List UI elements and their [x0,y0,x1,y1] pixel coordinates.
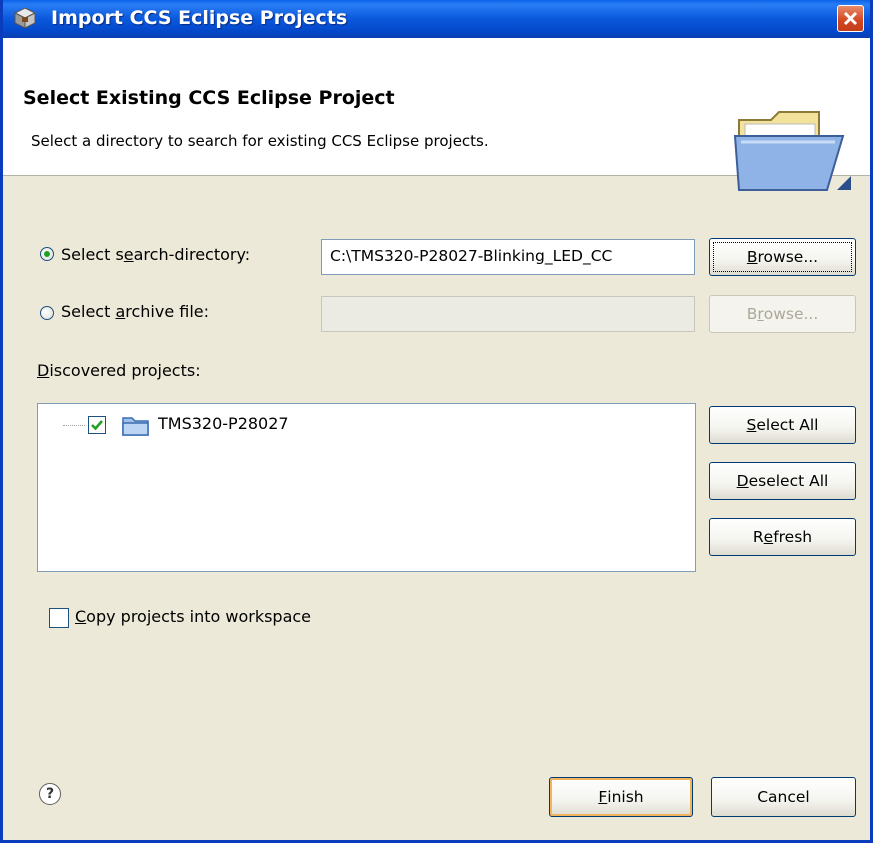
close-button[interactable] [837,5,864,32]
copy-into-workspace-checkbox[interactable] [49,608,69,628]
banner-description: Select a directory to search for existin… [31,132,489,150]
open-folder-icon [733,111,851,191]
import-dialog: Import CCS Eclipse Projects Select Exist… [0,0,873,843]
archive-file-input[interactable] [321,296,695,332]
radio-selected-dot [44,251,50,257]
search-directory-label: Select search-directory: [61,245,251,264]
cancel-button[interactable]: Cancel [711,777,856,817]
search-directory-radio[interactable] [40,247,54,261]
title-bar[interactable]: Import CCS Eclipse Projects [3,0,870,38]
project-folder-icon [122,417,149,436]
banner-title: Select Existing CCS Eclipse Project [23,87,395,109]
project-name[interactable]: TMS320-P28027 [158,414,289,433]
eclipse-cube-icon [13,7,37,29]
close-icon [843,11,858,26]
copy-into-workspace-label: Copy projects into workspace [75,607,312,626]
refresh-button[interactable]: Re fresh [709,518,856,556]
tree-connector [63,425,85,426]
browse-archive-button[interactable]: Br owse... [709,295,856,333]
finish-button[interactable]: Finish [549,777,693,817]
checkmark-icon [91,420,103,431]
deselect-all-button[interactable]: Deselect All [709,462,856,500]
archive-file-radio[interactable] [40,306,54,320]
search-directory-input[interactable]: C:\TMS320-P28027-Blinking_LED_CC [321,239,695,275]
discovered-projects-label: Discovered projects: [37,361,201,380]
project-checkbox[interactable] [88,416,106,434]
window-title: Import CCS Eclipse Projects [51,7,348,29]
help-icon[interactable]: ? [39,783,61,805]
archive-file-label: Select archive file: [61,302,210,321]
browse-directory-button[interactable]: Browse... [709,238,856,276]
select-all-button[interactable]: Select All [709,406,856,444]
